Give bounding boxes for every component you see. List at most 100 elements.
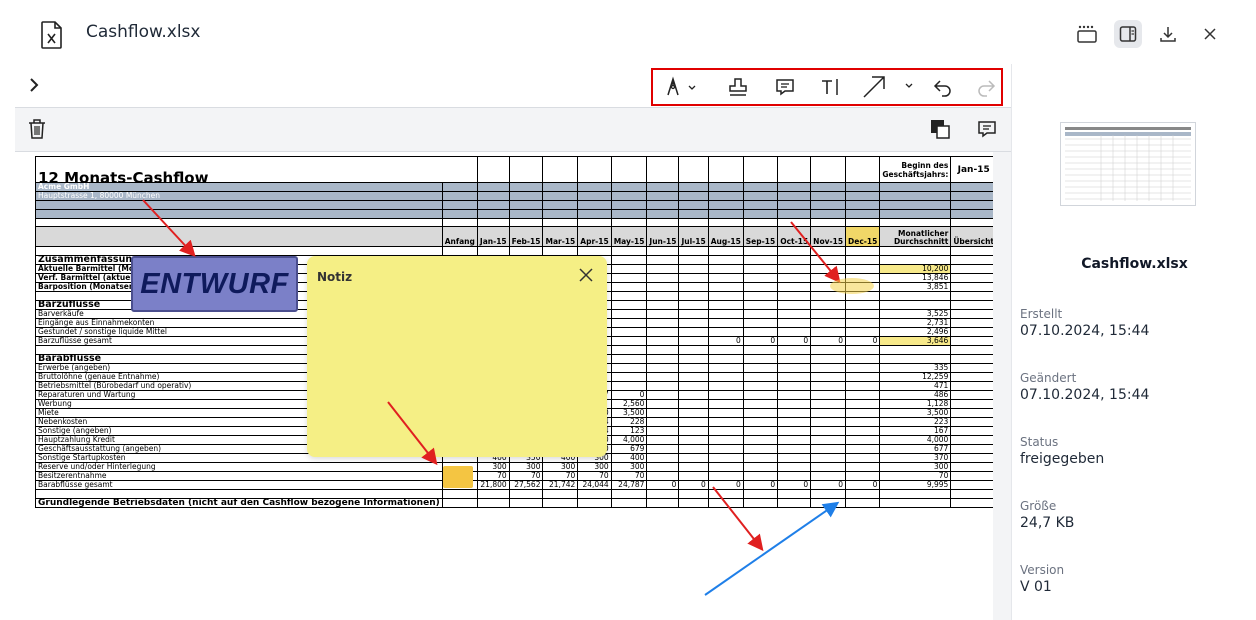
table-cell[interactable]: [441, 191, 478, 201]
table-cell[interactable]: [879, 191, 952, 201]
table-cell[interactable]: [646, 326, 680, 337]
table-cell[interactable]: [845, 217, 881, 228]
table-cell[interactable]: [35, 200, 443, 210]
table-cell[interactable]: [742, 398, 779, 409]
table-cell[interactable]: [646, 443, 680, 454]
table-cell[interactable]: [777, 273, 812, 284]
table-cell[interactable]: [742, 182, 779, 192]
table-cell[interactable]: 223: [879, 416, 952, 427]
table-cell[interactable]: [742, 497, 779, 508]
table-cell[interactable]: [610, 255, 648, 266]
table-cell[interactable]: [678, 497, 709, 508]
table-cell[interactable]: [742, 371, 779, 382]
table-cell[interactable]: [742, 344, 779, 355]
table-cell[interactable]: [707, 353, 744, 364]
table-cell[interactable]: [879, 344, 952, 355]
table-cell[interactable]: [845, 200, 881, 210]
table-cell[interactable]: [845, 264, 881, 275]
table-cell[interactable]: [810, 353, 847, 364]
table-cell[interactable]: [646, 291, 680, 301]
table-cell[interactable]: [950, 200, 993, 210]
table-cell[interactable]: [742, 246, 779, 257]
note-marker[interactable]: [443, 466, 473, 488]
table-cell[interactable]: [777, 371, 812, 382]
table-cell[interactable]: 3,851: [879, 282, 952, 293]
table-cell[interactable]: [646, 461, 680, 472]
table-cell[interactable]: [646, 407, 680, 418]
table-cell[interactable]: [610, 264, 648, 275]
table-cell[interactable]: [879, 299, 952, 310]
table-cell[interactable]: 9,995: [879, 479, 952, 490]
table-cell[interactable]: [845, 291, 881, 301]
table-cell[interactable]: [441, 497, 478, 508]
stamp-tool-button[interactable]: [723, 70, 753, 104]
table-cell[interactable]: [879, 488, 952, 499]
table-cell[interactable]: [610, 317, 648, 328]
table-cell[interactable]: [845, 452, 881, 463]
table-cell[interactable]: 27,562: [508, 479, 544, 490]
table-cell[interactable]: [879, 246, 952, 257]
table-cell[interactable]: [777, 434, 812, 445]
table-cell[interactable]: [678, 326, 709, 337]
table-cell[interactable]: [678, 282, 709, 293]
table-cell[interactable]: [950, 497, 993, 508]
table-cell[interactable]: [542, 246, 579, 257]
table-cell[interactable]: [810, 282, 847, 293]
table-cell[interactable]: [810, 452, 847, 463]
table-cell[interactable]: [707, 255, 744, 266]
table-cell[interactable]: [950, 461, 993, 472]
table-cell[interactable]: [678, 416, 709, 427]
table-cell[interactable]: [810, 380, 847, 391]
comment-tool-button[interactable]: [770, 70, 800, 104]
table-cell[interactable]: [742, 317, 779, 328]
table-cell[interactable]: [845, 182, 881, 192]
table-cell[interactable]: [777, 317, 812, 328]
table-cell[interactable]: [845, 398, 881, 409]
table-cell[interactable]: [879, 291, 952, 301]
table-cell[interactable]: Hauptstrasse 1, 80000 München: [35, 191, 443, 201]
table-cell[interactable]: [950, 191, 993, 201]
table-cell[interactable]: 0: [742, 479, 779, 490]
table-cell[interactable]: [610, 344, 648, 355]
table-cell[interactable]: 300: [879, 461, 952, 472]
table-cell[interactable]: 0: [678, 479, 709, 490]
table-cell[interactable]: [646, 182, 680, 192]
table-cell[interactable]: [879, 255, 952, 266]
table-cell[interactable]: [742, 461, 779, 472]
table-cell[interactable]: [476, 156, 510, 183]
table-cell[interactable]: 370: [879, 452, 952, 463]
table-cell[interactable]: [678, 264, 709, 275]
table-cell[interactable]: [610, 380, 648, 391]
table-cell[interactable]: [508, 182, 544, 192]
table-cell[interactable]: [950, 425, 993, 436]
table-cell[interactable]: [707, 191, 744, 201]
table-cell[interactable]: [678, 461, 709, 472]
table-cell[interactable]: [707, 434, 744, 445]
table-cell[interactable]: [610, 308, 648, 319]
table-cell[interactable]: [950, 362, 993, 373]
table-cell[interactable]: [610, 335, 648, 346]
table-cell[interactable]: [777, 344, 812, 355]
table-cell[interactable]: [742, 200, 779, 210]
table-cell[interactable]: [678, 353, 709, 364]
table-cell[interactable]: 0: [742, 335, 779, 346]
table-cell[interactable]: [610, 362, 648, 373]
table-cell[interactable]: 3,525: [879, 308, 952, 319]
table-cell[interactable]: Grundlegende Betriebsdaten (nicht auf de…: [35, 497, 443, 508]
table-cell[interactable]: [678, 273, 709, 284]
table-cell[interactable]: [707, 497, 744, 508]
table-cell[interactable]: 0: [845, 335, 881, 346]
table-cell[interactable]: Jan-15: [476, 226, 510, 248]
table-cell[interactable]: 24,044: [577, 479, 612, 490]
table-cell[interactable]: [845, 416, 881, 427]
table-cell[interactable]: [707, 371, 744, 382]
table-cell[interactable]: [950, 344, 993, 355]
table-cell[interactable]: [678, 434, 709, 445]
table-cell[interactable]: Aug-15: [707, 226, 744, 248]
table-cell[interactable]: 4,000: [610, 434, 648, 445]
table-cell[interactable]: 70: [508, 470, 544, 481]
table-cell[interactable]: [742, 470, 779, 481]
table-cell[interactable]: [707, 246, 744, 257]
table-cell[interactable]: 12 Monats-Cashflow: [35, 156, 478, 183]
table-cell[interactable]: [542, 497, 579, 508]
